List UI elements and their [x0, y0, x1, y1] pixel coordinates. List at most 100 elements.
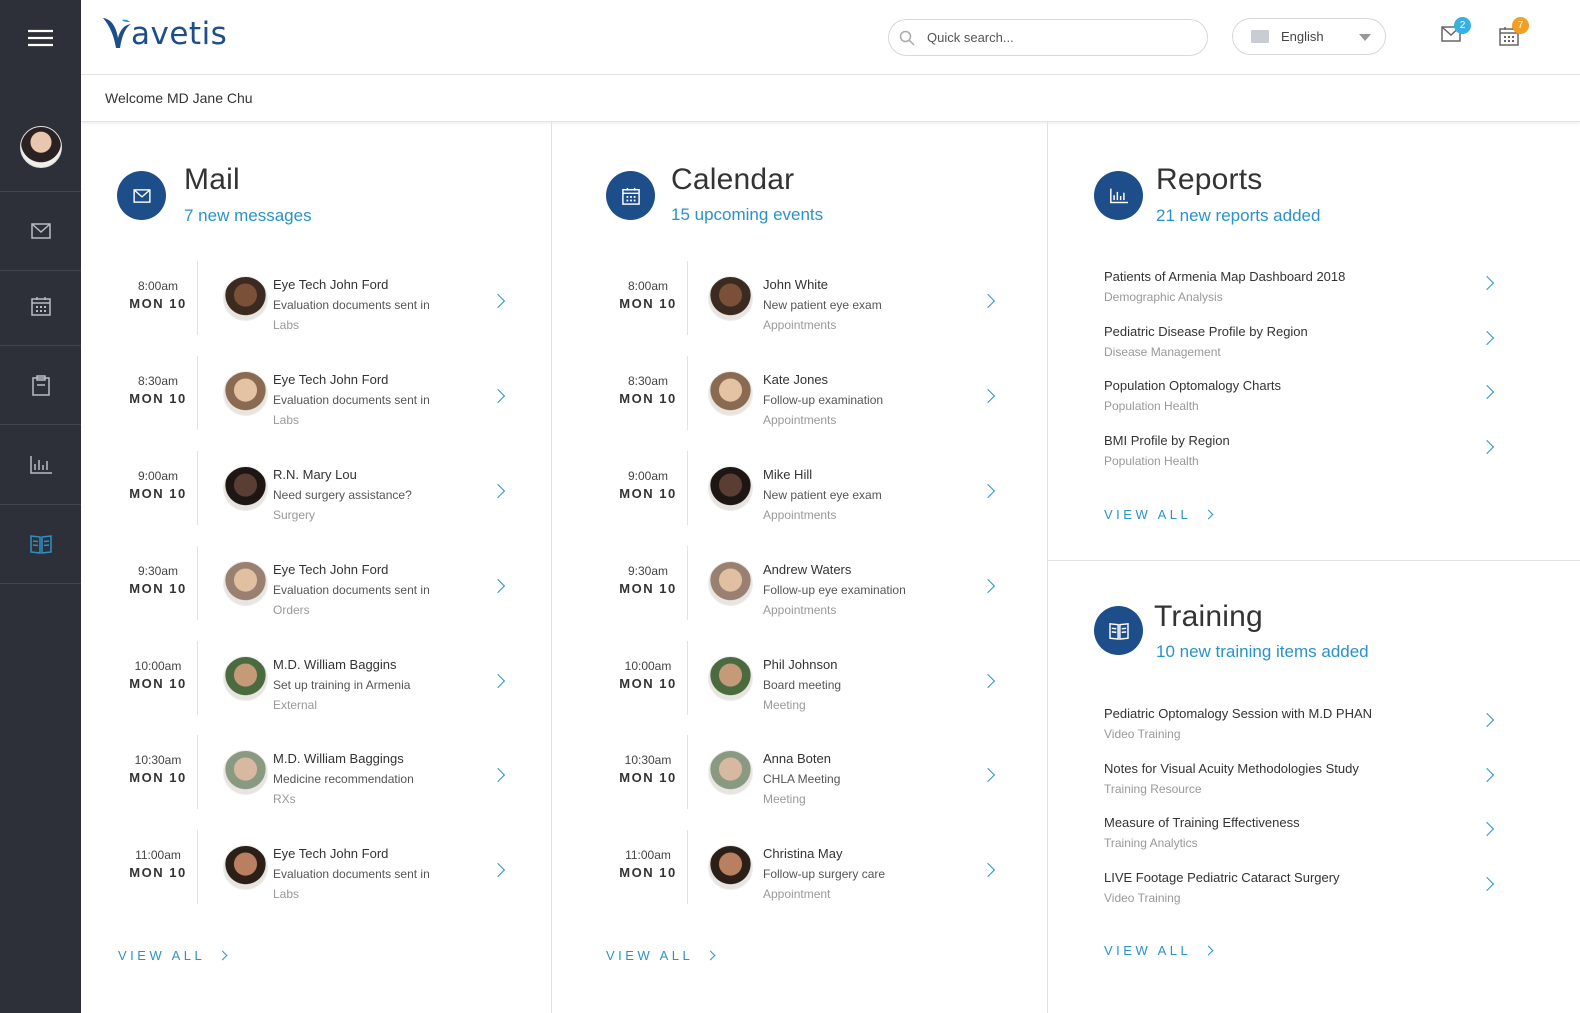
- chevron-right-icon[interactable]: [490, 767, 506, 783]
- item-description: New patient eye exam: [763, 298, 882, 312]
- view-all-label: VIEW ALL: [606, 948, 694, 963]
- item-description: New patient eye exam: [763, 488, 882, 502]
- item-name: Anna Boten: [763, 751, 831, 766]
- chevron-right-icon[interactable]: [1479, 712, 1495, 728]
- chevron-right-icon[interactable]: [1479, 439, 1495, 454]
- item-title: Patients of Armenia Map Dashboard 2018: [1104, 269, 1346, 284]
- calendar-view-all-link[interactable]: VIEW ALL: [606, 948, 716, 963]
- chevron-right-icon[interactable]: [980, 388, 996, 404]
- item-category: Population Health: [1104, 399, 1199, 413]
- chevron-right-icon[interactable]: [490, 388, 506, 404]
- item-category: Appointments: [763, 318, 837, 332]
- item-description: Evaluation documents sent in: [273, 393, 430, 407]
- item-time: 11:00am: [625, 848, 671, 862]
- sidebar: [0, 0, 81, 1013]
- item-description: CHLA Meeting: [763, 772, 841, 786]
- logo[interactable]: avetis: [101, 16, 227, 50]
- chevron-right-icon[interactable]: [490, 673, 506, 689]
- avatar: [708, 371, 753, 416]
- item-title: BMI Profile by Region: [1104, 432, 1230, 448]
- search-input[interactable]: [927, 30, 1177, 45]
- item-name: Eye Tech John Ford: [273, 372, 389, 387]
- item-title: Population Optomalogy Charts: [1104, 378, 1282, 393]
- avatar: [223, 561, 268, 606]
- welcome-text: Welcome MD Jane Chu: [105, 90, 253, 106]
- reports-subtitle[interactable]: 21 new reports added: [1156, 206, 1320, 226]
- chevron-right-icon[interactable]: [1479, 384, 1495, 400]
- chevron-right-icon[interactable]: [490, 293, 506, 309]
- item-day: MON 10: [129, 581, 187, 596]
- mail-view-all-link[interactable]: VIEW ALL: [118, 948, 228, 963]
- item-title: Pediatric Optomalogy Session with M.D PH…: [1104, 706, 1373, 721]
- chevron-right-icon[interactable]: [1479, 876, 1495, 891]
- item-description: Board meeting: [763, 678, 842, 692]
- item-time: 8:30am: [137, 374, 179, 388]
- book-icon: [1108, 622, 1129, 640]
- chevron-right-icon[interactable]: [980, 673, 996, 689]
- chevron-right-icon[interactable]: [980, 483, 996, 499]
- chevron-right-icon[interactable]: [980, 862, 996, 878]
- chevron-right-icon[interactable]: [980, 767, 996, 783]
- chevron-right-icon[interactable]: [980, 578, 996, 594]
- menu-button[interactable]: [0, 0, 81, 75]
- item-category: External: [273, 698, 318, 712]
- item-time: 11:00am: [135, 848, 181, 862]
- avatar: [708, 466, 753, 511]
- item-category: Labs: [273, 413, 300, 427]
- item-category: Disease Management: [1104, 344, 1221, 359]
- reports-title: Reports: [1156, 163, 1263, 196]
- sidebar-item-reports[interactable]: [0, 426, 81, 505]
- mail-title: Mail: [184, 163, 240, 196]
- item-description: Follow-up surgery care: [763, 867, 886, 881]
- language-select[interactable]: English: [1232, 18, 1386, 55]
- item-name: Eye Tech John Ford: [273, 846, 389, 861]
- item-category: Demographic Analysis: [1104, 290, 1223, 304]
- chevron-right-icon[interactable]: [490, 862, 506, 878]
- item-category: Appointments: [763, 413, 837, 427]
- chevron-right-icon[interactable]: [490, 578, 506, 594]
- item-time: 10:00am: [624, 659, 672, 673]
- chevron-right-icon[interactable]: [1479, 821, 1495, 837]
- training-subtitle[interactable]: 10 new training items added: [1156, 642, 1369, 662]
- training-view-all-link[interactable]: VIEW ALL: [1104, 943, 1214, 958]
- item-name: Kate Jones: [763, 372, 829, 387]
- mail-notifications-button[interactable]: 2: [1441, 17, 1471, 47]
- chevron-right-icon: [1203, 509, 1214, 520]
- chevron-right-icon[interactable]: [1479, 767, 1495, 782]
- view-all-label: VIEW ALL: [118, 948, 206, 963]
- item-category: Orders: [273, 603, 310, 617]
- item-name: Andrew Waters: [763, 562, 852, 577]
- avatar: [223, 750, 268, 795]
- user-avatar-button[interactable]: [0, 102, 81, 192]
- welcome-bar: Welcome MD Jane Chu: [81, 75, 1580, 122]
- calendar-notifications-button[interactable]: 7: [1499, 17, 1529, 51]
- item-name: Eye Tech John Ford: [273, 562, 389, 577]
- item-title: Notes for Visual Acuity Methodologies St…: [1104, 760, 1359, 776]
- mail-subtitle[interactable]: 7 new messages: [184, 206, 312, 226]
- calendar-badge: 7: [1512, 17, 1529, 34]
- sidebar-item-calendar[interactable]: [0, 267, 81, 346]
- calendar-subtitle[interactable]: 15 upcoming events: [671, 205, 823, 225]
- calendar-circle: [606, 171, 655, 220]
- reports-view-all-link[interactable]: VIEW ALL: [1104, 507, 1214, 522]
- sidebar-item-mail[interactable]: [0, 192, 81, 271]
- chevron-right-icon[interactable]: [1479, 330, 1495, 345]
- item-category: Labs: [273, 318, 300, 332]
- bar-chart-icon: [29, 456, 52, 474]
- mail-circle: [117, 171, 166, 220]
- timeline-divider: [687, 735, 688, 809]
- training-title: Training: [1154, 600, 1263, 633]
- item-time: 10:30am: [624, 753, 672, 767]
- chevron-right-icon[interactable]: [980, 293, 996, 309]
- chevron-right-icon[interactable]: [490, 483, 506, 499]
- avatar: [708, 656, 753, 701]
- sidebar-item-clipboard[interactable]: [0, 346, 81, 425]
- timeline-divider: [197, 261, 198, 335]
- sidebar-item-training[interactable]: [0, 505, 81, 584]
- item-name: Mike Hill: [763, 467, 813, 482]
- item-name: R.N. Mary Lou: [273, 467, 357, 482]
- timeline-divider: [687, 261, 688, 335]
- timeline-divider: [197, 735, 198, 809]
- chevron-right-icon[interactable]: [1479, 275, 1495, 291]
- search-box[interactable]: [888, 19, 1208, 56]
